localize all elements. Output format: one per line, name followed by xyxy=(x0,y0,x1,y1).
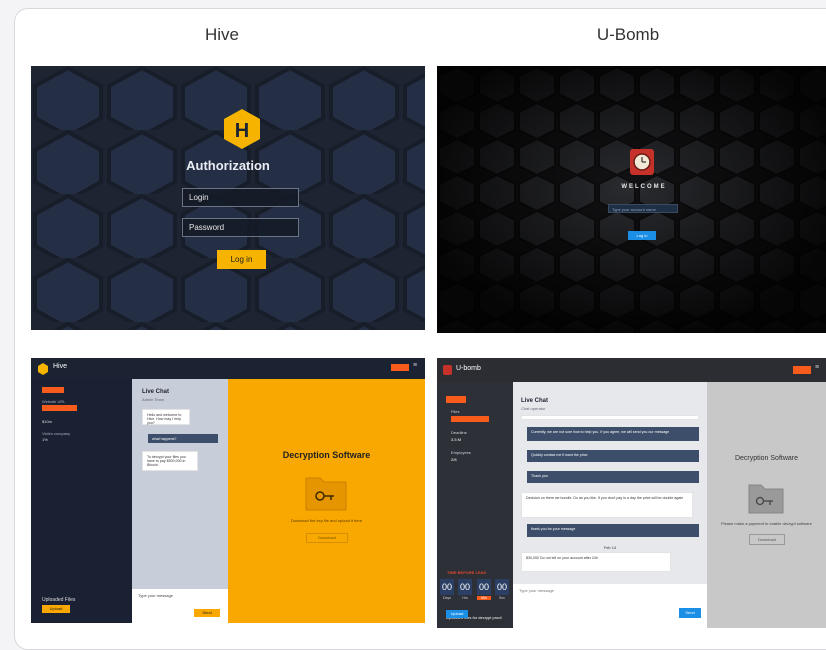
chat-message: To decrypt your files you have to pay $5… xyxy=(142,451,198,471)
login-button[interactable]: Log in xyxy=(217,250,266,269)
chat-subtitle: Chat operator xyxy=(521,406,546,411)
timer-minutes: 00 xyxy=(477,579,491,595)
proof-upload-button[interactable]: Upload xyxy=(446,610,468,618)
menu-icon[interactable]: ≡ xyxy=(413,362,417,369)
timer-hours: 00 xyxy=(458,579,472,595)
hive-sidebar: Website URL $10m Victim company 1% Uploa… xyxy=(31,379,132,623)
hive-app-name: Hive xyxy=(53,363,68,370)
download-button[interactable]: Download xyxy=(749,534,785,545)
sidebar-label-deadline: Deadline xyxy=(451,430,467,435)
password-input[interactable]: Password xyxy=(182,218,299,237)
sidebar-deadline-value: 3.5 M xyxy=(451,437,462,442)
decryption-text: Download the key file and upload it here xyxy=(290,518,363,523)
welcome-title: WELCOME xyxy=(621,184,667,190)
sidebar-tag xyxy=(446,396,466,403)
chat-subtitle: Admin Team xyxy=(142,397,165,402)
chat-message: Currently, we are not sure how to help y… xyxy=(527,427,699,441)
chat-message: Decision on there we bundle. Do as you l… xyxy=(521,492,693,518)
message-input[interactable]: Type your message xyxy=(519,588,554,593)
hive-user-badge[interactable] xyxy=(391,364,409,371)
folder-key-icon xyxy=(305,477,347,511)
sidebar-files-value xyxy=(451,416,489,422)
hive-column-title: Hive xyxy=(204,25,239,44)
timer-label: Hrs xyxy=(462,596,468,600)
chat-message: what happens? xyxy=(148,434,218,443)
chat-message: thank you for your message xyxy=(527,524,699,537)
timer-label: Sec xyxy=(498,596,506,600)
ubomb-login-button[interactable]: Log in xyxy=(628,231,656,240)
hive-logo-icon: H xyxy=(224,109,260,149)
chat-top-bar xyxy=(521,415,699,420)
sidebar-label-employees: Employees xyxy=(451,450,471,455)
uploaded-files-label: Uploaded Files xyxy=(42,597,76,603)
timer-title: TIME BEFORE LEAK xyxy=(447,570,487,575)
chat-day-divider: Feb 14 xyxy=(603,545,617,550)
send-button[interactable]: Send xyxy=(194,609,220,617)
bomb-clock-icon xyxy=(630,149,654,175)
decryption-text: Please make a payment to enable decrypt … xyxy=(721,521,812,526)
ubomb-chat-screen: U-bomb ≡ Files Deadline 3.5 M Employees … xyxy=(437,358,826,628)
hive-chat-column: Live Chat Admin Team Hello and welcome t… xyxy=(132,379,228,623)
timer-label: Min xyxy=(477,596,491,600)
timer-days: 00 xyxy=(440,579,454,595)
sidebar-employees-value: 2/8 xyxy=(451,457,457,462)
chat-message: Hello and welcome to Hive. How may I hel… xyxy=(142,409,190,425)
chat-title: Live Chat xyxy=(521,398,549,404)
sidebar-label-website: Website URL xyxy=(42,399,66,404)
svg-text:H: H xyxy=(235,120,249,142)
ubomb-app-name: U-bomb xyxy=(456,365,481,372)
decryption-title: Decryption Software xyxy=(282,450,371,460)
ubomb-sidebar: Files Deadline 3.5 M Employees 2/8 TIME … xyxy=(437,382,513,628)
sidebar-label-victim: Victim company xyxy=(42,431,71,436)
authorization-title: Authorization xyxy=(186,158,270,173)
decryption-title: Decryption Software xyxy=(734,455,799,462)
chat-title: Live Chat xyxy=(142,389,170,395)
menu-icon[interactable]: ≡ xyxy=(815,364,819,371)
ubomb-topbar: U-bomb ≡ xyxy=(437,358,826,382)
send-button[interactable]: Send xyxy=(679,608,701,618)
sidebar-website-value xyxy=(42,405,77,411)
dark-hex-background xyxy=(437,66,826,333)
timer-label: Days xyxy=(443,596,451,600)
ubomb-login-screen xyxy=(437,66,826,333)
ubomb-column-title: U-Bomb xyxy=(596,25,660,44)
hive-small-logo-icon xyxy=(38,363,48,375)
hive-chat-screen: Hive ≡ Website URL $10m Victim company 1… xyxy=(31,358,425,623)
chat-message: Quickly contact me if want the price xyxy=(527,450,699,462)
hive-decryption-panel: Decryption Software Download the key fil… xyxy=(228,379,425,623)
upload-button[interactable]: Upload xyxy=(42,605,70,613)
sidebar-percent: 1% xyxy=(42,437,48,442)
sidebar-tag xyxy=(42,387,64,393)
chat-message: $30,000 Do not tell on your account afte… xyxy=(521,552,671,572)
chat-message: Thank you xyxy=(527,471,699,483)
account-name-input[interactable]: Type your account name xyxy=(608,204,678,213)
ubomb-chat-column: Live Chat Chat operator Currently, we ar… xyxy=(513,382,707,628)
ubomb-decryption-panel: Decryption Software Please make a paymen… xyxy=(707,382,826,628)
message-input[interactable]: Type your message xyxy=(138,593,173,598)
hive-topbar: Hive ≡ xyxy=(31,358,425,380)
ubomb-user-badge[interactable] xyxy=(793,366,811,374)
ubomb-small-logo-icon xyxy=(443,365,452,375)
sidebar-amount: $10m xyxy=(42,419,53,424)
sidebar-label-files: Files xyxy=(451,409,460,414)
download-button[interactable]: Download xyxy=(306,533,348,543)
timer-seconds: 00 xyxy=(495,579,509,595)
login-input[interactable]: Login xyxy=(182,188,299,207)
folder-key-icon xyxy=(748,484,784,514)
